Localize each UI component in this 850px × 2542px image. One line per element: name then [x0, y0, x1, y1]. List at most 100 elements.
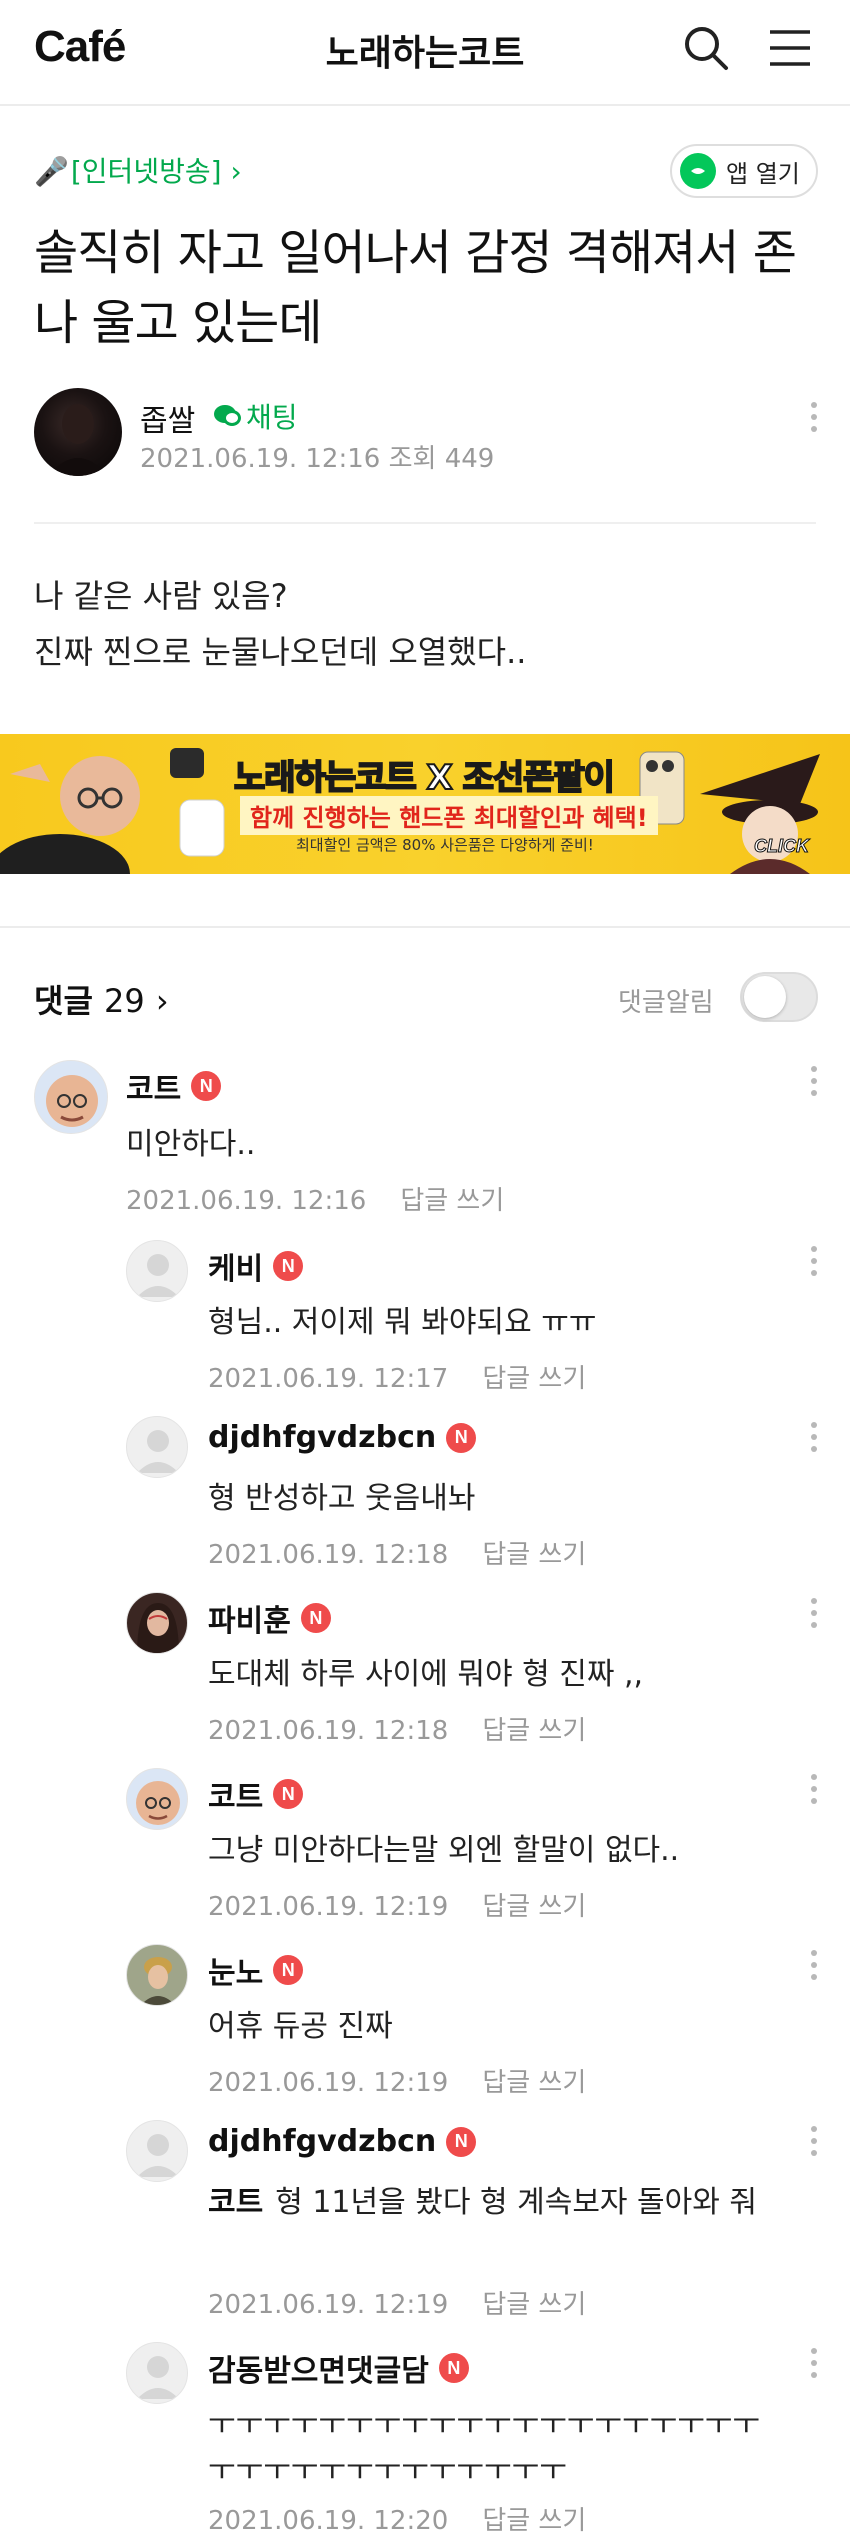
- commenter-avatar[interactable]: [126, 2120, 188, 2182]
- comment-date: 2021.06.19. 12:18: [208, 1540, 449, 1570]
- post-meta: 2021.06.19. 12:16 조회 449: [140, 438, 494, 475]
- commenter-name-text: 코트: [126, 1072, 182, 1107]
- reply-button[interactable]: 답글 쓰기: [482, 2068, 586, 2098]
- new-badge: N: [446, 2126, 477, 2157]
- commenter-name[interactable]: 파비훈 N: [208, 1596, 331, 1640]
- commenter-avatar[interactable]: [126, 1240, 188, 1302]
- commenter-name[interactable]: djdhfgvdzbcn N: [208, 2124, 477, 2159]
- author-avatar[interactable]: [34, 388, 122, 476]
- comment-text: 미안하다..: [126, 1127, 256, 1162]
- microphone-icon: 🎤: [34, 155, 69, 188]
- comment-more-icon[interactable]: [800, 1598, 828, 1642]
- reply-item: 코트 N 그냥 미안하다는말 외엔 할말이 없다.. 2021.06.19. 1…: [126, 1768, 836, 1938]
- comments-label: 댓글: [34, 982, 93, 1020]
- comment-meta: 2021.06.19. 12:18 답글 쓰기: [208, 1710, 586, 1747]
- comment-meta: 2021.06.19. 12:19 답글 쓰기: [208, 1886, 586, 1923]
- reply-button[interactable]: 답글 쓰기: [482, 1716, 586, 1746]
- chat-link[interactable]: 채팅: [212, 396, 298, 436]
- banner-title: 노래하는코트 X 조선폰팔이: [233, 757, 616, 799]
- comment-item: 코트 N 미안하다.. 2021.06.19. 12:16 답글 쓰기: [34, 1060, 834, 1230]
- post-date: 2021.06.19. 12:16: [140, 444, 381, 474]
- search-icon[interactable]: [682, 24, 730, 72]
- comment-more-icon[interactable]: [800, 2126, 828, 2170]
- comment-more-icon[interactable]: [800, 1774, 828, 1818]
- app-icon: [680, 153, 716, 189]
- new-badge: N: [273, 1779, 304, 1809]
- new-badge: N: [273, 1251, 304, 1281]
- comment-more-icon[interactable]: [800, 2348, 828, 2392]
- commenter-name[interactable]: 감동받으면댓글담 N: [208, 2346, 469, 2390]
- commenter-name[interactable]: 코트 N: [126, 1064, 222, 1108]
- comment-meta: 2021.06.19. 12:20 답글 쓰기: [208, 2500, 586, 2537]
- reply-item: 감동받으면댓글담 N ㅜㅜㅜㅜㅜㅜㅜㅜㅜㅜㅜㅜㅜㅜㅜㅜㅜㅜㅜㅜㅜㅜㅜㅜㅜㅜㅜㅜㅜ…: [126, 2342, 836, 2542]
- comment-alert-label: 댓글알림: [618, 988, 714, 1018]
- comment-more-icon[interactable]: [800, 1246, 828, 1290]
- chat-bubble-icon: [214, 405, 241, 426]
- comment-meta: 2021.06.19. 12:19 답글 쓰기: [208, 2062, 586, 2099]
- board-name: [인터넷방송]: [70, 155, 222, 188]
- comment-meta: 2021.06.19. 12:16 답글 쓰기: [126, 1180, 504, 1217]
- post-body-line: 나 같은 사람 있음?: [34, 577, 288, 615]
- section-gap: [0, 874, 850, 928]
- author-name[interactable]: 좁쌀: [140, 396, 195, 440]
- post-more-icon[interactable]: [800, 394, 828, 438]
- comment-meta: 2021.06.19. 12:18 답글 쓰기: [208, 1534, 586, 1571]
- mention-tag[interactable]: 코트: [208, 2185, 263, 2220]
- reply-button[interactable]: 답글 쓰기: [400, 1186, 504, 1216]
- comment-text: 도대체 하루 사이에 뭐야 형 진짜 ,,: [208, 1657, 644, 1692]
- comment-more-icon[interactable]: [800, 1950, 828, 1994]
- comment-text: 그냥 미안하다는말 외엔 할말이 없다..: [208, 1833, 680, 1868]
- commenter-name-text: 코트: [208, 1780, 264, 1815]
- new-badge: N: [446, 1422, 477, 1453]
- views-count: 449: [444, 444, 495, 474]
- comment-meta: 2021.06.19. 12:19 답글 쓰기: [208, 2284, 586, 2321]
- reply-item: 파비훈 N 도대체 하루 사이에 뭐야 형 진짜 ,, 2021.06.19. …: [126, 1592, 836, 1762]
- comment-more-icon[interactable]: [800, 1066, 828, 1110]
- commenter-avatar[interactable]: [126, 1416, 188, 1478]
- hamburger-menu-icon[interactable]: [766, 26, 814, 70]
- commenter-name-text: 케비: [208, 1252, 264, 1287]
- comments-header[interactable]: 댓글 29 ›: [34, 976, 169, 1022]
- post-body-line: 진짜 찐으로 눈물나오던데 오열했다..: [34, 633, 527, 671]
- comment-alert-toggle[interactable]: [740, 972, 818, 1022]
- banner-click-label[interactable]: CLICK: [754, 836, 810, 857]
- comment-text: 형 반성하고 웃음내놔: [208, 1481, 476, 1516]
- chevron-right-icon: ›: [155, 982, 169, 1020]
- reply-button[interactable]: 답글 쓰기: [482, 1364, 586, 1394]
- comments-count: 29: [104, 982, 145, 1020]
- comment-date: 2021.06.19. 12:19: [208, 2290, 449, 2320]
- app-open-button[interactable]: 앱 열기: [670, 144, 818, 198]
- commenter-avatar[interactable]: [34, 1060, 108, 1134]
- comment-more-icon[interactable]: [800, 1422, 828, 1466]
- reply-button[interactable]: 답글 쓰기: [482, 2290, 586, 2320]
- comment-text: ㅜㅜㅜㅜㅜㅜㅜㅜㅜㅜㅜㅜㅜㅜㅜㅜㅜㅜㅜㅜㅜㅜㅜㅜㅜㅜㅜㅜㅜㅜㅜㅜㅜ: [208, 2407, 760, 2488]
- post-body: 나 같은 사람 있음? 진짜 찐으로 눈물나오던데 오열했다..: [34, 568, 824, 680]
- banner-note: 최대할인 금액은 80% 사은품은 다양하게 준비!: [296, 836, 594, 854]
- commenter-avatar[interactable]: [126, 1944, 188, 2006]
- views-label: 조회: [388, 444, 437, 474]
- comment-date: 2021.06.19. 12:16: [126, 1186, 367, 1216]
- new-badge: N: [438, 2353, 469, 2383]
- commenter-avatar[interactable]: [126, 1592, 188, 1654]
- promo-banner[interactable]: 노래하는코트 X 조선폰팔이 함께 진행하는 핸드폰 최대할인과 혜택! 최대할…: [0, 734, 850, 874]
- reply-item: djdhfgvdzbcn N 형 반성하고 웃음내놔 2021.06.19. 1…: [126, 1416, 836, 1586]
- banner-subtitle: 함께 진행하는 핸드폰 최대할인과 혜택!: [240, 796, 658, 835]
- comment-date: 2021.06.19. 12:19: [208, 1892, 449, 1922]
- comment-text: 어휴 듀공 진짜: [208, 2009, 393, 2044]
- reply-item: djdhfgvdzbcn N 코트 형 11년을 봤다 형 계속보자 돌아와 줘 …: [126, 2120, 836, 2340]
- reply-button[interactable]: 답글 쓰기: [482, 1540, 586, 1570]
- board-link[interactable]: 🎤[인터넷방송] ›: [34, 150, 242, 190]
- commenter-avatar[interactable]: [126, 2342, 188, 2404]
- new-badge: N: [191, 1071, 222, 1101]
- commenter-name[interactable]: 눈노 N: [208, 1948, 304, 1992]
- new-badge: N: [273, 1955, 304, 1985]
- commenter-name[interactable]: djdhfgvdzbcn N: [208, 1420, 477, 1455]
- reply-button[interactable]: 답글 쓰기: [482, 1892, 586, 1922]
- commenter-name[interactable]: 케비 N: [208, 1244, 304, 1288]
- reply-button[interactable]: 답글 쓰기: [482, 2506, 586, 2536]
- comment-date: 2021.06.19. 12:19: [208, 2068, 449, 2098]
- reply-item: 눈노 N 어휴 듀공 진짜 2021.06.19. 12:19 답글 쓰기: [126, 1944, 836, 2114]
- app-open-label: 앱 열기: [726, 159, 800, 188]
- commenter-name[interactable]: 코트 N: [208, 1772, 304, 1816]
- commenter-avatar[interactable]: [126, 1768, 188, 1830]
